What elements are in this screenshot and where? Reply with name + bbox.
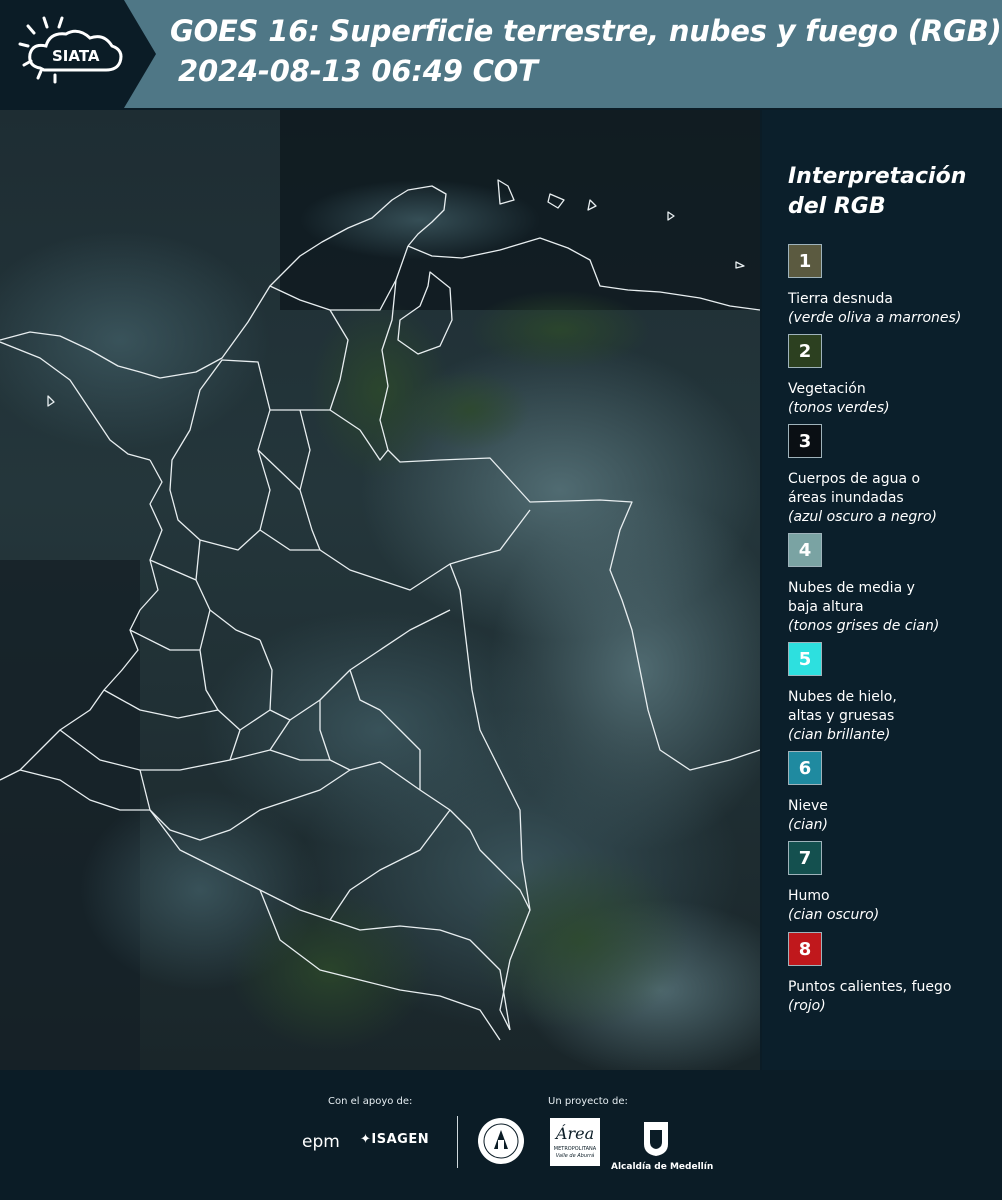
satellite-map — [0, 110, 760, 1070]
legend-item-ice-clouds: 5 Nubes de hielo, altas y gruesas (cian … — [788, 642, 993, 745]
legend-label: Humo — [788, 888, 830, 904]
legend-label: Nubes de hielo, altas y gruesas — [788, 689, 897, 724]
area-logo-name: Área — [555, 1124, 595, 1143]
legend-sublabel: (rojo) — [788, 998, 826, 1014]
legend-sublabel: (verde oliva a marrones) — [788, 310, 962, 326]
legend-label: Nieve — [788, 798, 828, 814]
legend-sublabel: (cian) — [788, 817, 828, 833]
legend-title-line2: del RGB — [788, 194, 886, 219]
legend-item-fire: 8 Puntos calientes, fuego (rojo) — [788, 932, 993, 1016]
legend-item-snow: 6 Nieve (cian) — [788, 751, 993, 835]
legend-sublabel: (cian brillante) — [788, 727, 891, 743]
siata-logo-text: SIATA — [52, 47, 100, 65]
isagen-icon: ✦ — [360, 1132, 372, 1147]
legend-panel: Interpretación del RGB 1 Tierra desnuda … — [762, 110, 1002, 1070]
timestamp: 2024-08-13 06:49 COT — [178, 54, 538, 88]
legend-swatch: 4 — [788, 533, 822, 567]
support-label: Con el apoyo de: — [328, 1096, 413, 1107]
medellin-shield-icon — [642, 1118, 670, 1162]
university-seal-icon — [476, 1116, 526, 1170]
siata-logo: SIATA — [0, 0, 158, 108]
legend-swatch: 5 — [788, 642, 822, 676]
header-bar: SIATA GOES 16: Superficie terrestre, nub… — [0, 0, 1002, 108]
legend-item-smoke: 7 Humo (cian oscuro) — [788, 841, 993, 925]
legend-sublabel: (tonos grises de cian) — [788, 618, 940, 634]
area-logo-sub2: Valle de Aburrá — [555, 1153, 595, 1159]
legend-swatch: 3 — [788, 424, 822, 458]
legend-swatch: 7 — [788, 841, 822, 875]
legend-item-water: 3 Cuerpos de agua o áreas inundadas (azu… — [788, 424, 993, 527]
legend-sublabel: (tonos verdes) — [788, 400, 890, 416]
legend-label: Cuerpos de agua o áreas inundadas — [788, 471, 921, 506]
legend-item-vegetation: 2 Vegetación (tonos verdes) — [788, 334, 993, 418]
legend-swatch: 1 — [788, 244, 822, 278]
alcaldia-label: Alcaldía de Medellín — [611, 1162, 714, 1172]
legend-swatch: 2 — [788, 334, 822, 368]
legend-label: Vegetación — [788, 381, 866, 397]
legend-sublabel: (azul oscuro a negro) — [788, 509, 937, 525]
legend-sublabel: (cian oscuro) — [788, 907, 880, 923]
legend-label: Tierra desnuda — [788, 291, 893, 307]
area-logo-sub: METROPOLITANA — [553, 1146, 597, 1152]
footer: Con el apoyo de: Un proyecto de: epm ✦IS… — [0, 1070, 1002, 1200]
legend-label: Nubes de media y baja altura — [788, 580, 915, 615]
legend-title-line1: Interpretación — [788, 164, 967, 189]
isagen-logo: ✦ISAGEN — [360, 1132, 429, 1147]
footer-divider — [457, 1116, 458, 1168]
epm-logo: epm — [302, 1132, 340, 1152]
legend-item-low-clouds: 4 Nubes de media y baja altura (tonos gr… — [788, 533, 993, 636]
legend-title: Interpretación del RGB — [788, 162, 988, 222]
satellite-image — [0, 110, 760, 1070]
isagen-name: ISAGEN — [371, 1132, 430, 1147]
legend-item-bare-soil: 1 Tierra desnuda (verde oliva a marrones… — [788, 244, 993, 328]
project-label: Un proyecto de: — [548, 1096, 628, 1107]
page-title: GOES 16: Superficie terrestre, nubes y f… — [170, 14, 1002, 48]
legend-label: Puntos calientes, fuego — [788, 979, 952, 995]
area-metropolitana-logo: Área METROPOLITANA Valle de Aburrá — [550, 1118, 600, 1166]
legend-swatch: 8 — [788, 932, 822, 966]
legend-swatch: 6 — [788, 751, 822, 785]
